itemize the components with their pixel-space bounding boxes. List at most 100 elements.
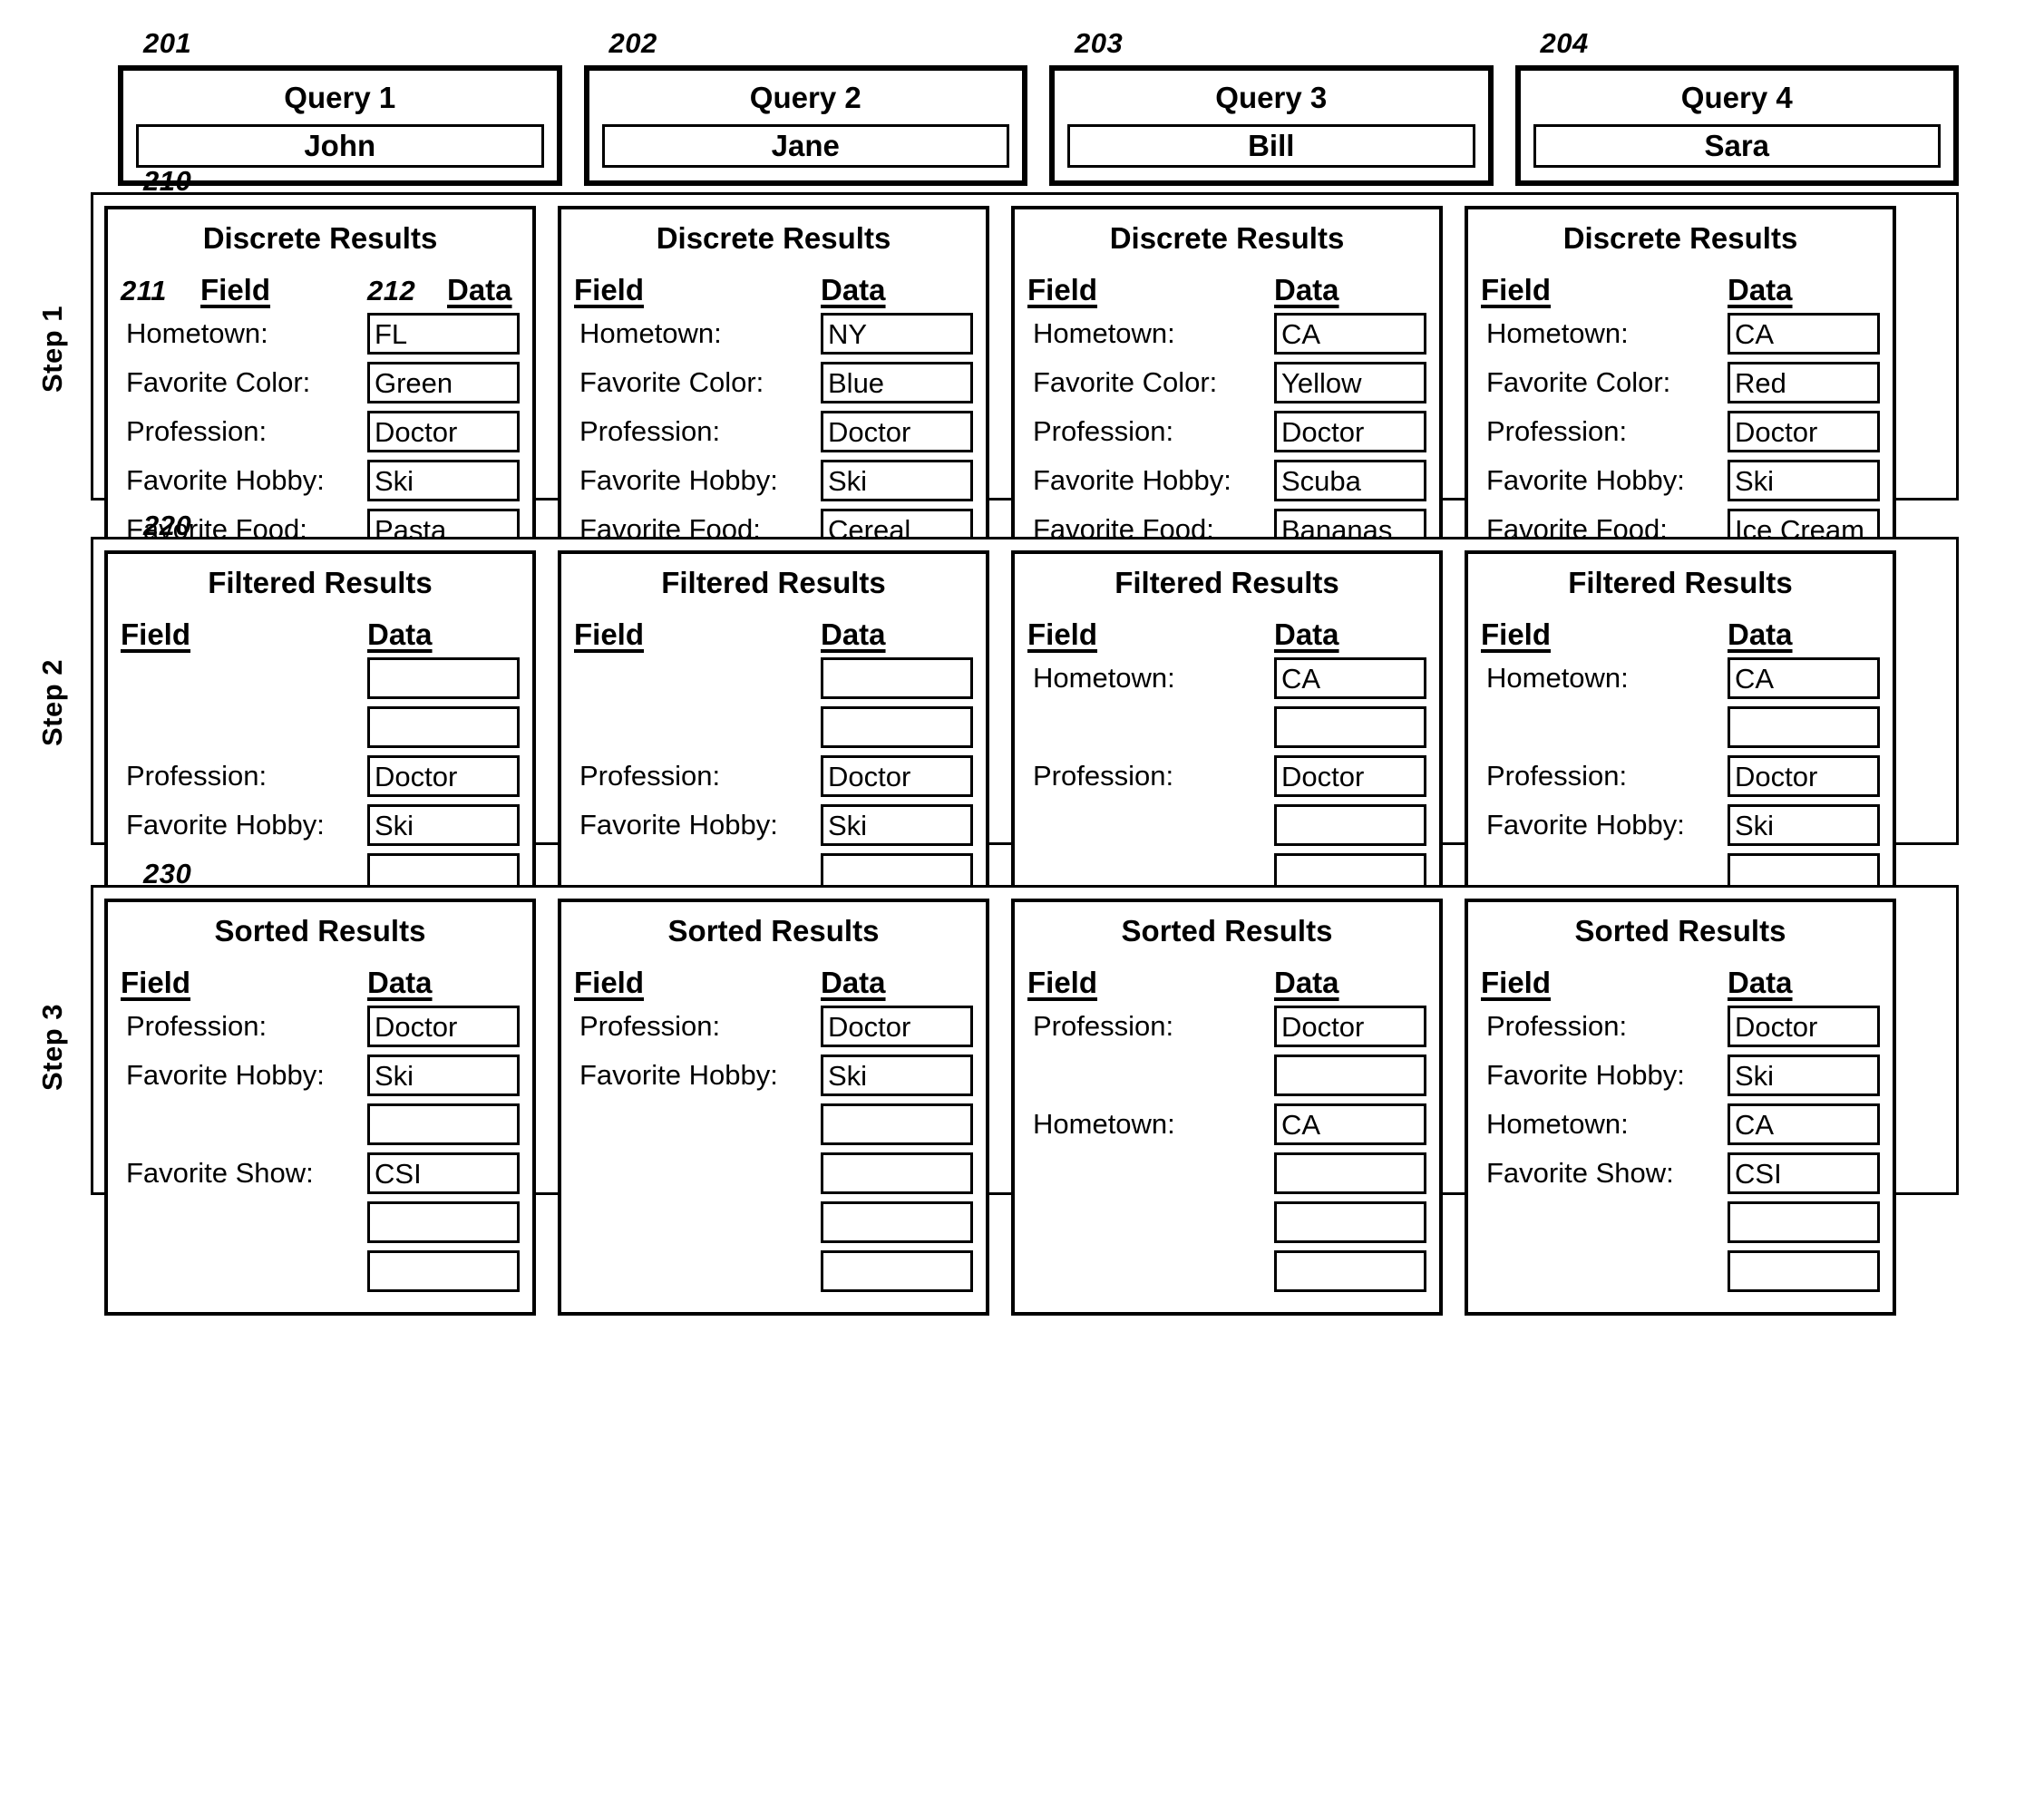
data-value-box[interactable]: Doctor bbox=[1728, 1006, 1880, 1047]
data-value-box[interactable]: CSI bbox=[367, 1152, 520, 1194]
data-value-box[interactable]: CA bbox=[1728, 657, 1880, 699]
field-label: Profession: bbox=[126, 760, 268, 792]
field-label: Profession: bbox=[1033, 415, 1174, 447]
result-row bbox=[121, 1102, 520, 1147]
data-value-box[interactable]: Yellow bbox=[1274, 362, 1426, 403]
data-value-box[interactable] bbox=[367, 1250, 520, 1292]
field-label: Favorite Show: bbox=[126, 1157, 314, 1189]
data-value-box[interactable] bbox=[821, 657, 973, 699]
result-row bbox=[121, 1200, 520, 1245]
result-row: Hometown: NY bbox=[574, 311, 973, 356]
field-label: Favorite Hobby: bbox=[126, 464, 325, 496]
data-value-box[interactable]: Ski bbox=[1728, 804, 1880, 846]
data-value-box[interactable]: CA bbox=[1728, 313, 1880, 355]
reference-numeral-212: 212 bbox=[367, 275, 416, 306]
step-label-2: Step 2 bbox=[36, 658, 68, 747]
result-row bbox=[574, 1249, 973, 1294]
query-box-4[interactable]: Query 4 Sara bbox=[1514, 65, 1959, 186]
data-value-box[interactable]: Ski bbox=[821, 1055, 973, 1096]
panel-title: Discrete Results bbox=[1562, 221, 1798, 255]
data-value-box[interactable]: CA bbox=[1274, 1103, 1426, 1145]
field-label: Hometown: bbox=[579, 317, 722, 349]
result-row bbox=[121, 705, 520, 750]
data-value-box[interactable]: CA bbox=[1728, 1103, 1880, 1145]
result-row bbox=[121, 656, 520, 701]
data-value-box[interactable]: CA bbox=[1274, 313, 1426, 355]
data-value-box[interactable]: Doctor bbox=[1274, 411, 1426, 452]
data-value-box[interactable]: Green bbox=[367, 362, 520, 403]
field-label: Profession: bbox=[1486, 415, 1628, 447]
data-value-box[interactable]: Red bbox=[1728, 362, 1880, 403]
data-value-box[interactable]: Ski bbox=[367, 1055, 520, 1096]
data-value-box[interactable] bbox=[1274, 1055, 1426, 1096]
result-row: Favorite Hobby: Ski bbox=[1481, 1053, 1880, 1098]
panel-title: Discrete Results bbox=[202, 221, 438, 255]
panel-title: Sorted Results bbox=[1574, 914, 1786, 948]
query-column-2: 202 Query 2 Jane bbox=[583, 27, 1027, 186]
data-value-box[interactable] bbox=[821, 1250, 973, 1292]
data-value-box[interactable]: CSI bbox=[1728, 1152, 1880, 1194]
data-value-box[interactable]: Doctor bbox=[367, 1006, 520, 1047]
result-row: Profession: Doctor bbox=[574, 409, 973, 454]
query-name-field-1[interactable]: John bbox=[136, 124, 544, 168]
data-value-box[interactable]: Doctor bbox=[1274, 1006, 1426, 1047]
panel-title: Filtered Results bbox=[208, 566, 433, 599]
query-box-2[interactable]: Query 2 Jane bbox=[583, 65, 1027, 186]
data-value-box[interactable]: Doctor bbox=[367, 755, 520, 797]
field-label: Favorite Hobby: bbox=[1486, 1059, 1685, 1091]
data-value-box[interactable]: FL bbox=[367, 313, 520, 355]
data-value-box[interactable]: Doctor bbox=[1728, 411, 1880, 452]
field-label: Favorite Hobby: bbox=[1486, 809, 1685, 841]
query-name-field-3[interactable]: Bill bbox=[1067, 124, 1475, 168]
data-value-box[interactable] bbox=[367, 657, 520, 699]
data-value-box[interactable]: Ski bbox=[821, 460, 973, 501]
query-name-field-2[interactable]: Jane bbox=[601, 124, 1009, 168]
field-label: Hometown: bbox=[1486, 1108, 1629, 1140]
data-value-box[interactable] bbox=[821, 1201, 973, 1243]
data-value-box[interactable]: NY bbox=[821, 313, 973, 355]
data-value-box[interactable] bbox=[1274, 706, 1426, 748]
result-row: Favorite Color: Red bbox=[1481, 360, 1880, 405]
data-value-box[interactable] bbox=[1274, 1201, 1426, 1243]
data-value-box[interactable] bbox=[1274, 1152, 1426, 1194]
data-value-box[interactable] bbox=[367, 1201, 520, 1243]
data-value-box[interactable] bbox=[1728, 1201, 1880, 1243]
data-value-box[interactable]: Scuba bbox=[1274, 460, 1426, 501]
data-value-box[interactable] bbox=[1274, 804, 1426, 846]
data-value-box[interactable]: Doctor bbox=[1728, 755, 1880, 797]
data-value-box[interactable] bbox=[1274, 1250, 1426, 1292]
field-label: Hometown: bbox=[1033, 662, 1175, 694]
data-value-box[interactable]: Ski bbox=[367, 460, 520, 501]
data-value-box[interactable]: Ski bbox=[367, 804, 520, 846]
data-value-box[interactable] bbox=[367, 1103, 520, 1145]
field-label: Hometown: bbox=[1486, 317, 1629, 349]
result-row: Hometown: FL bbox=[121, 311, 520, 356]
data-value-box[interactable]: Ski bbox=[1728, 460, 1880, 501]
result-row: Profession: Doctor bbox=[121, 409, 520, 454]
data-value-box[interactable]: CA bbox=[1274, 657, 1426, 699]
data-value-box[interactable]: Ski bbox=[821, 804, 973, 846]
result-row: Profession: Doctor bbox=[1027, 1004, 1426, 1049]
panel-step3-3: Sorted Results Field Data Profession: Doctor… bbox=[1011, 899, 1443, 1316]
data-value-box[interactable]: Doctor bbox=[821, 755, 973, 797]
field-column-header: Field bbox=[1027, 273, 1098, 306]
data-value-box[interactable] bbox=[821, 706, 973, 748]
data-value-box[interactable] bbox=[821, 1103, 973, 1145]
column-header-row: Field Data bbox=[574, 955, 973, 1000]
data-value-box[interactable] bbox=[367, 706, 520, 748]
data-value-box[interactable]: Doctor bbox=[821, 411, 973, 452]
query-box-3[interactable]: Query 3 Bill bbox=[1049, 65, 1494, 186]
data-value-box[interactable]: Doctor bbox=[367, 411, 520, 452]
query-name-field-4[interactable]: Sara bbox=[1533, 124, 1941, 168]
result-row: Favorite Color: Blue bbox=[574, 360, 973, 405]
data-value-box[interactable] bbox=[1728, 1250, 1880, 1292]
data-value-box[interactable]: Ski bbox=[1728, 1055, 1880, 1096]
step-label-3: Step 3 bbox=[36, 1003, 68, 1092]
data-value-box[interactable] bbox=[1728, 706, 1880, 748]
data-value-box[interactable] bbox=[821, 1152, 973, 1194]
data-column-header: Data bbox=[447, 273, 512, 306]
data-value-box[interactable]: Doctor bbox=[821, 1006, 973, 1047]
field-label: Hometown: bbox=[1033, 317, 1175, 349]
data-value-box[interactable]: Blue bbox=[821, 362, 973, 403]
data-value-box[interactable]: Doctor bbox=[1274, 755, 1426, 797]
